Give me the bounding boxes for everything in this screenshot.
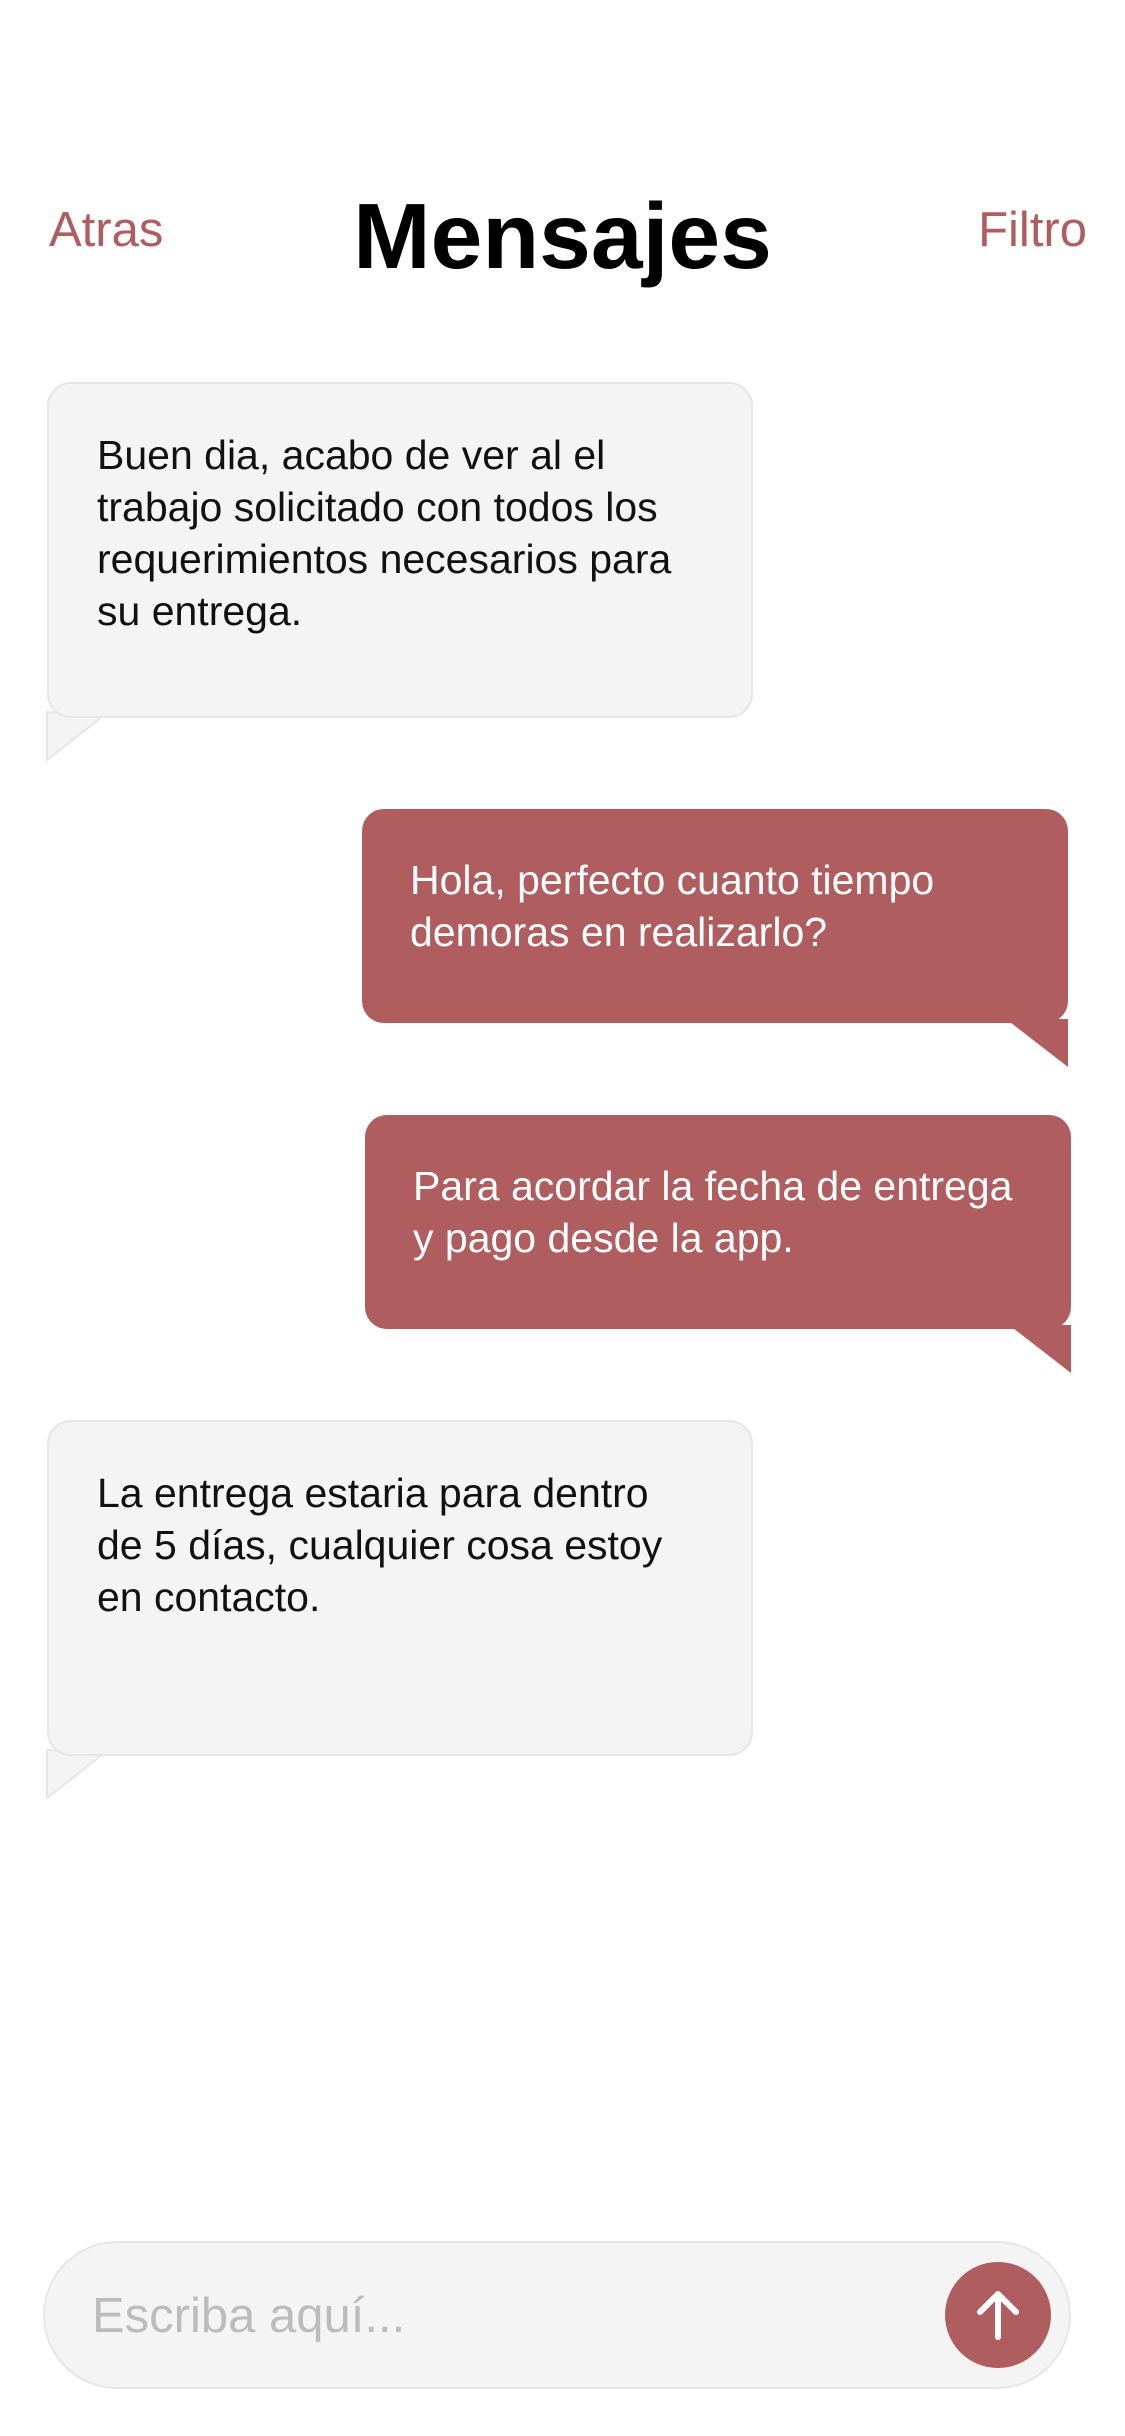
filter-button[interactable]: Filtro xyxy=(978,206,1087,255)
bubble-tail xyxy=(46,710,106,763)
message-input[interactable] xyxy=(90,2243,954,2389)
message-text: Para acordar la fecha de entrega y pago … xyxy=(365,1115,1071,1329)
message-text: Buen dia, acabo de ver al el trabajo sol… xyxy=(47,382,753,718)
message-text: Hola, perfecto cuanto tiempo demoras en … xyxy=(362,809,1068,1023)
message-bubble-incoming: Buen dia, acabo de ver al el trabajo sol… xyxy=(46,382,753,763)
message-bubble-outgoing: Para acordar la fecha de entrega y pago … xyxy=(365,1115,1071,1373)
message-bubble-outgoing: Hola, perfecto cuanto tiempo demoras en … xyxy=(362,809,1068,1067)
message-text: La entrega estaria para dentro de 5 días… xyxy=(47,1420,753,1756)
send-button[interactable] xyxy=(945,2262,1051,2368)
arrow-up-icon xyxy=(977,2291,1019,2340)
page-title: Mensajes xyxy=(353,184,772,288)
bubble-tail xyxy=(46,1748,106,1801)
message-composer xyxy=(43,2241,1071,2389)
bubble-tail xyxy=(1009,1325,1071,1373)
message-bubble-incoming: La entrega estaria para dentro de 5 días… xyxy=(46,1420,753,1801)
bubble-tail xyxy=(1006,1019,1068,1067)
